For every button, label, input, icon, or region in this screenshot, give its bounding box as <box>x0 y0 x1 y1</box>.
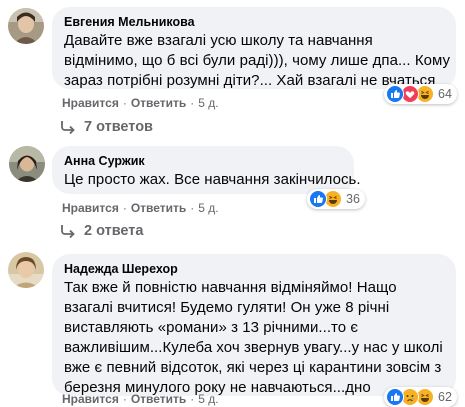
comment-actions: Нравится · Ответить · 5 д. <box>62 392 219 406</box>
comment-text-line: Давайте вже взагалі усю школу та навчанн… <box>64 32 373 49</box>
separator-dot: · <box>190 201 195 215</box>
like-icon <box>386 388 404 406</box>
avatar-image <box>9 146 45 182</box>
reply-button[interactable]: Ответить <box>131 392 186 406</box>
reply-arrow-icon <box>61 225 75 238</box>
avatar[interactable] <box>8 252 44 288</box>
comment-text: Давайте вже взагалі усю школу та навчанн… <box>64 31 451 91</box>
reaction-count: 64 <box>438 87 452 101</box>
comment-actions: Нравится · Ответить · 5 д. <box>62 201 219 215</box>
avatar-image <box>8 252 44 288</box>
comment-text-line: взагалі вчитися! Будемо гуляти! Он уже 8… <box>64 299 390 316</box>
reaction-summary[interactable]: 64 <box>384 84 457 104</box>
avatar[interactable] <box>8 8 44 44</box>
separator-dot: · <box>190 392 195 406</box>
reply-button[interactable]: Ответить <box>131 96 186 110</box>
comment-author[interactable]: Надежда Шерехор <box>64 261 444 277</box>
like-button[interactable]: Нравится <box>62 201 119 215</box>
separator-dot: · <box>122 392 127 406</box>
reaction-count: 36 <box>346 192 360 206</box>
separator-dot: · <box>122 96 127 110</box>
like-button[interactable]: Нравится <box>62 96 119 110</box>
comment-text: Це просто жах. Все навчання закінчилось. <box>64 170 361 190</box>
reaction-summary[interactable]: 36 <box>307 189 365 209</box>
reaction-count: 62 <box>438 390 452 404</box>
reply-button[interactable]: Ответить <box>131 201 186 215</box>
avatar-image <box>8 8 44 44</box>
reply-arrow-icon <box>61 121 75 134</box>
replies-count: 2 ответа <box>84 223 144 239</box>
comment-text-line: Так вже й повністю навчання відміняймо! … <box>64 279 397 296</box>
view-replies-button[interactable]: 2 ответа <box>60 223 143 239</box>
comment-bubble: Евгения Мельникова Давайте вже взагалі у… <box>52 7 456 89</box>
comment-actions: Нравится · Ответить · 5 д. <box>62 96 219 110</box>
separator-dot: · <box>122 201 127 215</box>
comment-text-line: Це просто жах. Все навчання закінчилось. <box>64 171 361 188</box>
view-replies-button[interactable]: 7 ответов <box>60 119 153 135</box>
comment-timestamp[interactable]: 5 д. <box>198 96 218 110</box>
comment-text: Так вже й повністю навчання відміняймо! … <box>64 278 444 398</box>
like-icon <box>386 85 404 103</box>
comment-author[interactable]: Анна Суржик <box>64 153 342 169</box>
comment-text-line: виставляють «романи» з 13 річними...то є <box>64 319 359 336</box>
like-icon <box>309 190 327 208</box>
comment-text-line: вже є певний відсоток, які через ці кара… <box>64 359 442 376</box>
comment-bubble: Анна Суржик Це просто жах. Все навчання … <box>52 146 361 194</box>
comment-author[interactable]: Евгения Мельникова <box>64 14 444 30</box>
comment-timestamp[interactable]: 5 д. <box>198 392 218 406</box>
reaction-summary[interactable]: 62 <box>384 387 457 407</box>
comment-text-line: важливішим...Кулеба хоч звернув увагу...… <box>64 339 443 356</box>
like-button[interactable]: Нравится <box>62 392 119 406</box>
comment-timestamp[interactable]: 5 д. <box>198 201 218 215</box>
avatar[interactable] <box>9 146 45 182</box>
comment-bubble: Надежда Шерехор Так вже й повністю навча… <box>52 254 456 396</box>
comment-text-line: відмінимо, що б всі були раді))), чому л… <box>64 52 451 69</box>
separator-dot: · <box>190 96 195 110</box>
replies-count: 7 ответов <box>84 119 153 135</box>
